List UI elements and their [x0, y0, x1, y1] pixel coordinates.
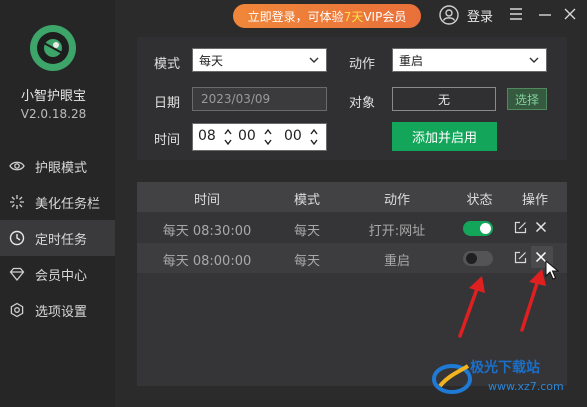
toggle-knob — [466, 253, 477, 264]
chevron-down-icon — [529, 57, 539, 63]
mode-select[interactable]: 每天 — [192, 48, 327, 72]
column-header-time: 时间 — [193, 193, 220, 208]
sidebar-item-member-center[interactable]: 会员中心 — [0, 256, 115, 292]
status-toggle[interactable] — [463, 221, 493, 236]
sidebar-nav: 护眼模式 美化任务栏 定时任务 会员中心 选项设置 — [0, 148, 115, 328]
minute-spinner-icon[interactable] — [264, 128, 272, 146]
time-second[interactable]: 00 — [284, 128, 302, 144]
sidebar-item-eye-mode[interactable]: 护眼模式 — [0, 148, 115, 184]
app-version: V2.0.18.28 — [20, 107, 87, 121]
annotation-arrow-icon — [520, 269, 546, 332]
cell-time: 每天 08:00:00 — [162, 254, 252, 269]
app-name: 小智护眼宝 — [20, 89, 86, 104]
table-row[interactable]: 每天 08:30:00 每天 打开:网址 — [137, 213, 567, 243]
date-field[interactable]: 2023/03/09 — [192, 87, 327, 111]
vip-promo-button[interactable]: 立即登录，可体验 7天 VIP会员 — [233, 4, 421, 28]
sidebar-item-label: 护眼模式 — [35, 160, 88, 176]
time-picker[interactable]: 08 00 00 — [192, 123, 327, 151]
user-icon[interactable] — [439, 5, 459, 25]
sidebar: 小智护眼宝 V2.0.18.28 护眼模式 美化任务栏 定时任务 会员中心 选项… — [0, 0, 115, 407]
edit-icon[interactable] — [514, 221, 527, 234]
time-minute[interactable]: 00 — [238, 128, 256, 144]
chevron-down-icon — [309, 57, 319, 63]
app-logo-icon — [31, 26, 75, 70]
second-spinner-icon[interactable] — [310, 128, 318, 146]
sidebar-item-label: 会员中心 — [35, 268, 88, 284]
clock-icon — [8, 229, 26, 247]
action-label: 动作 — [349, 57, 376, 72]
column-header-action: 动作 — [383, 193, 410, 208]
minimize-icon[interactable] — [538, 6, 552, 22]
app-logo — [30, 25, 76, 71]
edit-icon[interactable] — [514, 251, 527, 264]
add-and-enable-button[interactable]: 添加并启用 — [392, 122, 497, 151]
target-field: 无 — [392, 87, 496, 111]
column-header-actions: 操作 — [521, 193, 548, 208]
sidebar-item-label: 定时任务 — [35, 232, 88, 248]
date-field-value: 2023/03/09 — [201, 92, 271, 106]
eye-icon — [8, 157, 26, 175]
table-row[interactable]: 每天 08:00:00 每天 重启 — [137, 243, 567, 273]
time-label: 时间 — [154, 133, 181, 148]
sidebar-item-label: 选项设置 — [35, 304, 88, 320]
sidebar-item-beautify-taskbar[interactable]: 美化任务栏 — [0, 184, 115, 220]
select-target-button[interactable]: 选择 — [507, 88, 547, 110]
sidebar-item-settings[interactable]: 选项设置 — [0, 292, 115, 328]
cell-mode: 每天 — [293, 224, 320, 239]
promo-suffix: VIP会员 — [363, 9, 407, 24]
status-toggle[interactable] — [463, 251, 493, 266]
cell-action: 打开:网址 — [368, 224, 426, 239]
delete-icon[interactable] — [535, 221, 547, 233]
action-select-value: 重启 — [399, 53, 424, 68]
watermark-url: www.xz7.com — [488, 380, 564, 393]
cell-time: 每天 08:30:00 — [162, 224, 252, 239]
time-hour[interactable]: 08 — [198, 128, 216, 144]
diamond-icon — [8, 265, 26, 283]
menu-icon[interactable] — [509, 6, 523, 22]
toggle-knob — [480, 223, 491, 234]
gear-icon — [8, 301, 26, 319]
sparkle-icon — [8, 193, 26, 211]
promo-prefix: 立即登录，可体验 — [247, 9, 344, 24]
promo-highlight: 7天 — [343, 9, 364, 24]
sidebar-item-label: 美化任务栏 — [35, 196, 101, 212]
annotation-arrow-icon — [458, 276, 485, 338]
login-link[interactable]: 登录 — [467, 6, 493, 25]
hour-spinner-icon[interactable] — [224, 128, 232, 146]
target-label: 对象 — [349, 96, 376, 111]
table-header: 时间 模式 动作 状态 操作 — [137, 182, 567, 212]
action-select[interactable]: 重启 — [392, 48, 547, 72]
target-field-value: 无 — [437, 92, 450, 107]
date-label: 日期 — [154, 96, 181, 111]
column-header-mode: 模式 — [293, 193, 320, 208]
column-header-status: 状态 — [466, 193, 493, 208]
cell-action: 重启 — [383, 254, 410, 269]
mode-label: 模式 — [154, 57, 181, 72]
cell-mode: 每天 — [293, 254, 320, 269]
watermark-text: 极光下载站 — [470, 360, 540, 376]
mode-select-value: 每天 — [199, 53, 224, 68]
close-icon[interactable] — [563, 6, 577, 22]
sidebar-item-scheduled-tasks[interactable]: 定时任务 — [0, 220, 115, 256]
